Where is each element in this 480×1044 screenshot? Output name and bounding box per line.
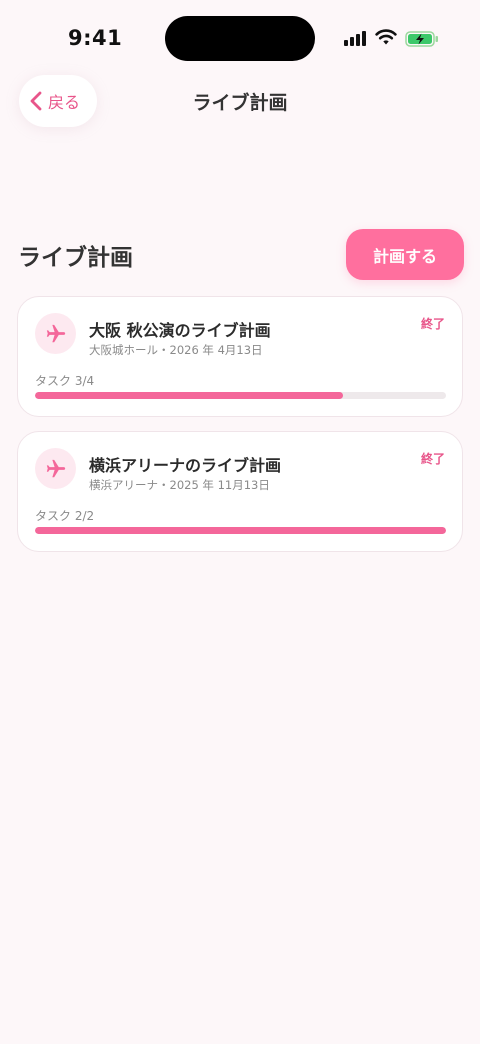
plan-title: 横浜アリーナのライブ計画 [89, 456, 282, 475]
plan-venue-date: 大阪城ホール・2026 年 4月13日 [89, 343, 263, 357]
airplane-icon [46, 324, 65, 342]
status-bar: 9:41 [0, 0, 480, 78]
task-progress-fill [35, 527, 446, 534]
wifi-icon [375, 29, 397, 45]
battery-charging-icon [405, 31, 438, 47]
plan-title: 大阪 秋公演のライブ計画 [89, 321, 271, 340]
plan-card[interactable]: 横浜アリーナのライブ計画 横浜アリーナ・2025 年 11月13日 終了 タスク… [17, 431, 463, 552]
task-count: タスク 3/4 [35, 374, 95, 388]
nav-title: ライブ計画 [192, 92, 288, 114]
plan-icon-container [35, 313, 76, 354]
status-badge: 終了 [420, 452, 445, 466]
task-count: タスク 2/2 [35, 509, 95, 523]
status-badge: 終了 [420, 317, 445, 331]
create-plan-button[interactable]: 計画する [346, 229, 464, 280]
task-progress-bar [35, 392, 446, 399]
section-title: ライブ計画 [18, 245, 133, 271]
dynamic-island [165, 16, 315, 61]
airplane-icon [46, 459, 65, 477]
plan-venue-date: 横浜アリーナ・2025 年 11月13日 [89, 478, 270, 492]
plan-card[interactable]: 大阪 秋公演のライブ計画 大阪城ホール・2026 年 4月13日 終了 タスク … [17, 296, 463, 417]
cellular-signal-icon [344, 30, 368, 46]
plan-icon-container [35, 448, 76, 489]
task-progress-bar [35, 527, 446, 534]
status-time: 9:41 [68, 26, 123, 50]
task-progress-fill [35, 392, 344, 399]
